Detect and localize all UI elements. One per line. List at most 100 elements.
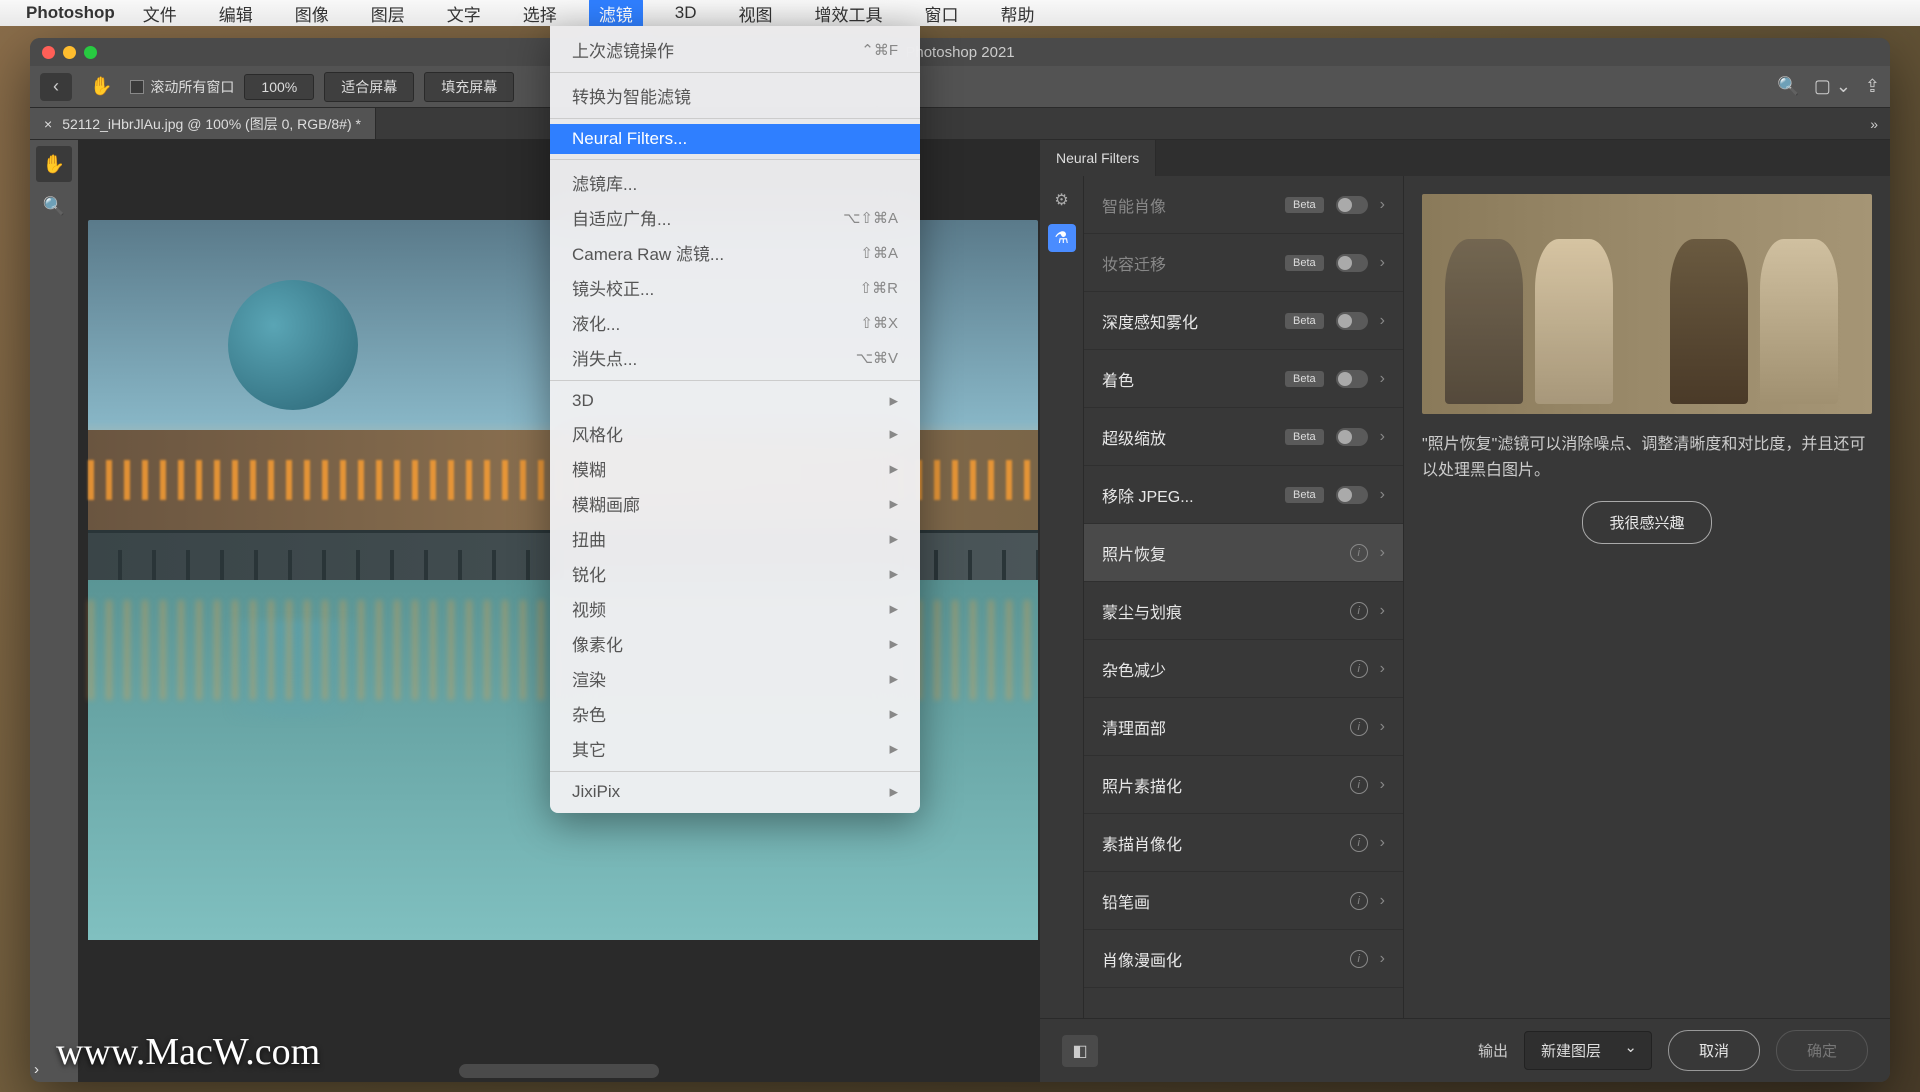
filter-item[interactable]: 蒙尘与划痕i› [1084, 582, 1403, 640]
dropdown-item-label: Camera Raw 滤镜... [572, 240, 724, 265]
statusbar-chevron[interactable]: › [34, 1061, 39, 1078]
filter-item[interactable]: 妆容迁移Beta› [1084, 234, 1403, 292]
filter-item[interactable]: 超级缩放Beta› [1084, 408, 1403, 466]
filter-toggle[interactable] [1336, 486, 1368, 504]
menu-image[interactable]: 图像 [285, 0, 339, 29]
chevron-right-icon: › [1380, 834, 1385, 852]
share-icon[interactable]: ⇪ [1865, 76, 1880, 97]
zoom-select[interactable]: 100% [244, 74, 314, 100]
filter-description: "照片恢复"滤镜可以消除噪点、调整清晰度和对比度，并且还可以处理黑白图片。 [1422, 432, 1872, 483]
keyboard-shortcut: ⇧⌘X [860, 314, 898, 332]
hand-tool-button[interactable]: ✋ [36, 146, 72, 182]
submenu-arrow-icon: ▸ [889, 669, 898, 689]
hand-tool-icon[interactable]: ✋ [82, 76, 120, 97]
filter-item[interactable]: 照片恢复i› [1084, 524, 1403, 582]
filter-item[interactable]: 着色Beta› [1084, 350, 1403, 408]
dropdown-item: 消失点...⌥⌘V [550, 340, 920, 375]
filter-item[interactable]: 杂色减少i› [1084, 640, 1403, 698]
app-name[interactable]: Photoshop [26, 3, 115, 23]
dropdown-item-label: JixiPix [572, 782, 620, 802]
app-window: Photoshop 2021 ‹ ✋ 滚动所有窗口 100% 适合屏幕 填充屏幕… [30, 38, 1890, 1082]
filter-item[interactable]: 素描肖像化i› [1084, 814, 1403, 872]
filter-item[interactable]: 铅笔画 i › [1084, 872, 1403, 930]
menu-edit[interactable]: 编辑 [209, 0, 263, 29]
info-icon[interactable]: i [1350, 776, 1368, 794]
neural-filters-tab[interactable]: Neural Filters [1040, 140, 1156, 176]
info-icon[interactable]: i [1350, 950, 1368, 968]
workspace-icon[interactable]: ▢ ⌄ [1814, 76, 1851, 97]
scroll-all-checkbox[interactable]: 滚动所有窗口 [130, 77, 234, 97]
filter-toggle[interactable] [1336, 370, 1368, 388]
keyboard-shortcut: ⌃⌘F [861, 41, 898, 59]
submenu-arrow-icon: ▸ [889, 494, 898, 514]
tab-close-icon[interactable]: × [44, 116, 52, 132]
dropdown-item[interactable]: Neural Filters... [550, 124, 920, 154]
info-icon[interactable]: i [1350, 834, 1368, 852]
search-icon[interactable]: 🔍 [1777, 76, 1799, 97]
menu-type[interactable]: 文字 [437, 0, 491, 29]
menu-window[interactable]: 窗口 [915, 0, 969, 29]
menu-view[interactable]: 视图 [729, 0, 783, 29]
back-button[interactable]: ‹ [40, 73, 72, 101]
keyboard-shortcut: ⌥⇧⌘A [843, 209, 898, 227]
filter-item[interactable]: 智能肖像Beta› [1084, 176, 1403, 234]
filter-name: 移除 JPEG... [1102, 483, 1273, 507]
menu-file[interactable]: 文件 [133, 0, 187, 29]
window-minimize-button[interactable] [63, 46, 76, 59]
submenu-arrow-icon: ▸ [889, 634, 898, 654]
info-icon[interactable]: i [1350, 660, 1368, 678]
menu-help[interactable]: 帮助 [991, 0, 1045, 29]
flask-icon[interactable]: ⚗ [1048, 224, 1076, 252]
menu-plugins[interactable]: 增效工具 [805, 0, 893, 29]
filter-toggle[interactable] [1336, 254, 1368, 272]
info-icon[interactable]: i [1350, 602, 1368, 620]
beta-badge: Beta [1285, 487, 1324, 503]
output-select[interactable]: 新建图层 [1524, 1031, 1652, 1070]
menu-select[interactable]: 选择 [513, 0, 567, 29]
filter-name: 清理面部 [1102, 715, 1338, 739]
filter-toggle[interactable] [1336, 312, 1368, 330]
window-close-button[interactable] [42, 46, 55, 59]
dropdown-item-label: 3D [572, 391, 594, 411]
dropdown-item: 模糊▸ [550, 451, 920, 486]
filter-item[interactable]: 清理面部 i › [1084, 698, 1403, 756]
window-maximize-button[interactable] [84, 46, 97, 59]
filter-toggle[interactable] [1336, 428, 1368, 446]
interest-button[interactable]: 我很感兴趣 [1582, 501, 1711, 544]
filter-item[interactable]: 移除 JPEG...Beta› [1084, 466, 1403, 524]
chevron-right-icon: › [1380, 428, 1385, 446]
info-icon[interactable]: i [1350, 718, 1368, 736]
chevron-right-icon: › [1380, 660, 1385, 678]
filter-name: 铅笔画 [1102, 889, 1338, 913]
chevron-right-icon: › [1380, 718, 1385, 736]
filter-item[interactable]: 深度感知雾化Beta› [1084, 292, 1403, 350]
menu-filter[interactable]: 滤镜 [589, 0, 643, 29]
tabbar-more-icon[interactable]: » [1858, 116, 1890, 132]
chevron-right-icon: › [1380, 892, 1385, 910]
horizontal-scrollbar[interactable] [459, 1064, 659, 1078]
info-icon[interactable]: i [1350, 892, 1368, 910]
menu-layer[interactable]: 图层 [361, 0, 415, 29]
zoom-tool-button[interactable]: 🔍 [36, 188, 72, 224]
fit-screen-button[interactable]: 适合屏幕 [324, 72, 414, 102]
chevron-right-icon: › [1380, 370, 1385, 388]
dropdown-item: 像素化▸ [550, 626, 920, 661]
dropdown-item: 上次滤镜操作⌃⌘F [550, 32, 920, 67]
tools-panel: ✋ 🔍 [30, 140, 78, 1082]
fill-screen-button[interactable]: 填充屏幕 [424, 72, 514, 102]
dropdown-separator [550, 159, 920, 160]
filter-item[interactable]: 照片素描化i› [1084, 756, 1403, 814]
info-icon[interactable]: i [1350, 544, 1368, 562]
document-tab[interactable]: × 52112_iHbrJlAu.jpg @ 100% (图层 0, RGB/8… [30, 108, 376, 139]
menu-3d[interactable]: 3D [665, 0, 707, 26]
chevron-right-icon: › [1380, 196, 1385, 214]
cancel-button[interactable]: 取消 [1668, 1030, 1760, 1071]
ok-button[interactable]: 确定 [1776, 1030, 1868, 1071]
sliders-icon[interactable]: ⚙ [1048, 186, 1076, 214]
window-title: Photoshop 2021 [905, 44, 1014, 61]
titlebar: Photoshop 2021 [30, 38, 1890, 66]
filter-toggle[interactable] [1336, 196, 1368, 214]
dropdown-item: 渲染▸ [550, 661, 920, 696]
layers-icon[interactable]: ◧ [1062, 1035, 1098, 1067]
filter-item[interactable]: 肖像漫画化i› [1084, 930, 1403, 988]
